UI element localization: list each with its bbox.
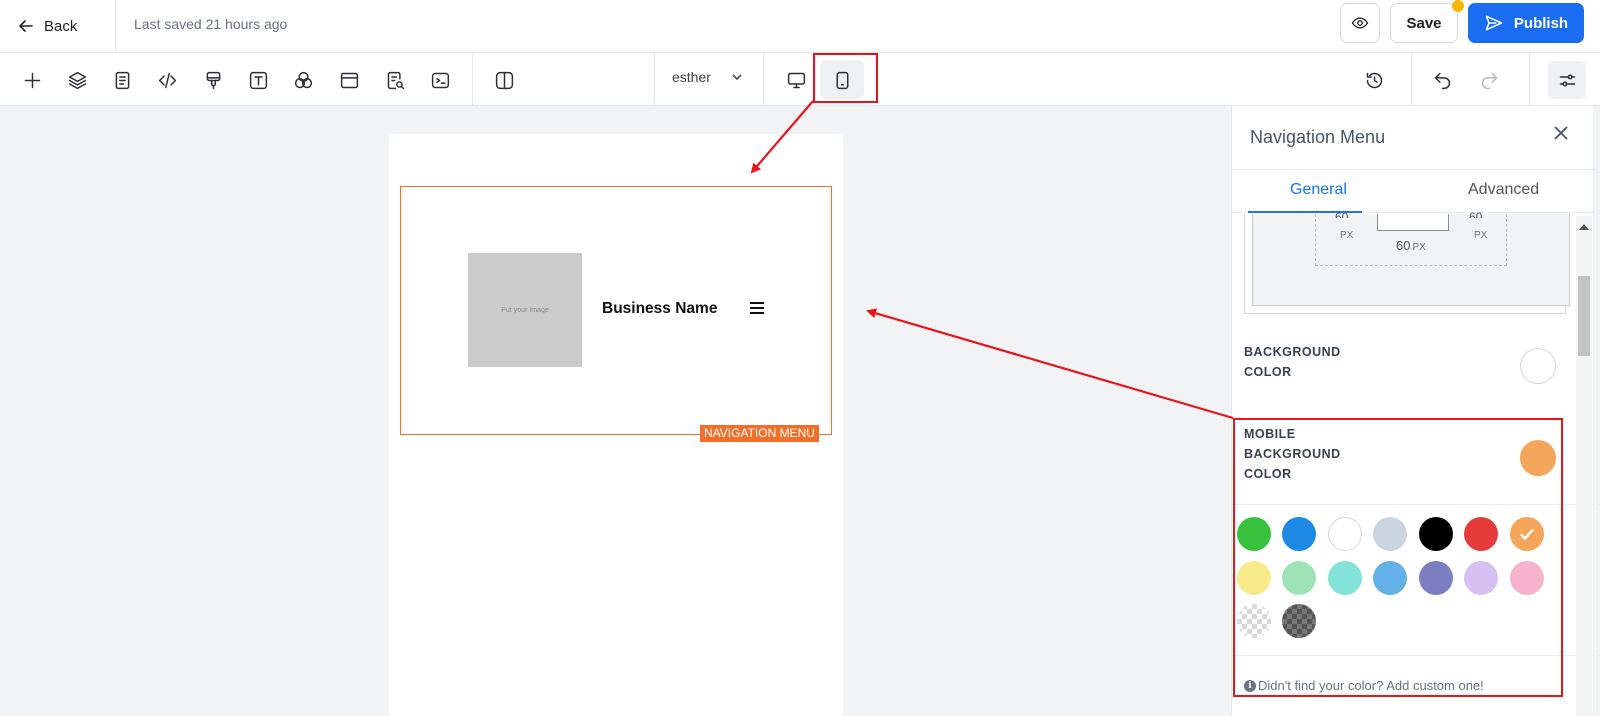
tracking-code-button[interactable] [425, 65, 455, 95]
highlight-box-mobile [813, 53, 878, 103]
panel-title: Navigation Menu [1250, 127, 1386, 147]
left-spacing-unit: PX [1340, 230, 1354, 241]
arrow-left-icon [19, 20, 33, 32]
undo-button[interactable] [1427, 65, 1457, 95]
unsaved-indicator-dot [1452, 0, 1464, 12]
save-button[interactable]: Save [1390, 3, 1458, 43]
last-saved-text: Last saved 21 hours ago [134, 16, 288, 32]
hamburger-menu-icon[interactable] [750, 302, 764, 314]
arrow-to-nav-menu [866, 308, 1234, 420]
business-name-text[interactable]: Business Name [602, 300, 717, 318]
redo-button[interactable] [1474, 65, 1504, 95]
bottom-spacing-unit: PX [1412, 242, 1426, 253]
bottom-spacing-value: 60 [1396, 238, 1411, 253]
history-button[interactable] [1359, 65, 1389, 95]
plus-icon [24, 72, 40, 88]
logo-image-placeholder[interactable]: Put your Image [468, 253, 582, 367]
content-box [1377, 214, 1449, 231]
background-color-swatch[interactable] [1520, 348, 1556, 384]
scroll-up-arrow-icon[interactable] [1579, 224, 1589, 230]
add-element-button[interactable] [17, 65, 47, 95]
columns-icon [495, 71, 513, 89]
text-icon [249, 71, 267, 89]
editor-toolbar: esther [0, 53, 1600, 106]
eye-icon [1351, 17, 1369, 29]
highlight-box-mobile-bg [1233, 418, 1563, 697]
desktop-icon [787, 72, 805, 88]
page-selector-value: esther [672, 69, 711, 85]
left-spacing-value[interactable]: 60 [1335, 210, 1348, 218]
layers-icon [68, 71, 86, 89]
scrollbar-thumb[interactable] [1578, 276, 1590, 356]
colors-button[interactable] [288, 65, 318, 95]
split-view-button[interactable] [489, 65, 519, 95]
page-selector[interactable]: esther [672, 69, 743, 85]
custom-code-button[interactable] [152, 65, 182, 95]
sections-button[interactable] [334, 65, 364, 95]
divider [115, 0, 116, 53]
divider [654, 53, 655, 106]
send-icon [1485, 15, 1503, 31]
right-spacing-unit: PX [1474, 230, 1488, 241]
image-placeholder-text: Put your Image [501, 306, 549, 314]
back-label: Back [44, 17, 78, 35]
tab-general[interactable]: General [1290, 181, 1347, 199]
bottom-spacing[interactable]: 60 PX [1396, 238, 1426, 253]
publish-button[interactable]: Publish [1468, 3, 1584, 43]
divider [472, 53, 473, 106]
section-icon [340, 72, 358, 88]
redo-icon [1481, 72, 1497, 89]
back-button[interactable]: Back [18, 13, 77, 39]
publish-label: Publish [1513, 14, 1569, 32]
tab-advanced[interactable]: Advanced [1468, 181, 1539, 199]
right-spacing-value[interactable]: 60 [1469, 210, 1482, 218]
undo-icon [1434, 72, 1450, 89]
seo-button[interactable] [380, 65, 410, 95]
element-type-label: NAVIGATION MENU [700, 425, 819, 442]
code-icon [158, 72, 176, 88]
pages-button[interactable] [107, 65, 137, 95]
divider [1411, 53, 1412, 106]
top-bar: Back Last saved 21 hours ago Save Publis… [0, 0, 1600, 53]
close-panel-button[interactable] [1552, 124, 1572, 144]
panel-tabs: General Advanced [1232, 169, 1594, 213]
typography-button[interactable] [243, 65, 273, 95]
background-color-label: BACKGROUND COLOR [1244, 345, 1341, 379]
settings-panel-button[interactable] [1548, 61, 1586, 99]
sliders-icon [1559, 74, 1575, 86]
divider [1529, 53, 1530, 106]
brush-icon [206, 71, 220, 89]
preview-button[interactable] [1340, 3, 1380, 43]
history-icon [1366, 72, 1382, 88]
desktop-view-button[interactable] [781, 65, 811, 95]
page-icon [115, 71, 129, 89]
page-search-icon [387, 71, 404, 89]
close-icon [1554, 126, 1568, 140]
color-circles-icon [294, 71, 312, 88]
terminal-icon [431, 72, 449, 88]
styles-button[interactable] [198, 65, 228, 95]
layers-button[interactable] [62, 65, 92, 95]
divider [763, 53, 764, 106]
chevron-down-icon [732, 74, 742, 81]
panel-scrollbar[interactable] [1576, 216, 1592, 716]
